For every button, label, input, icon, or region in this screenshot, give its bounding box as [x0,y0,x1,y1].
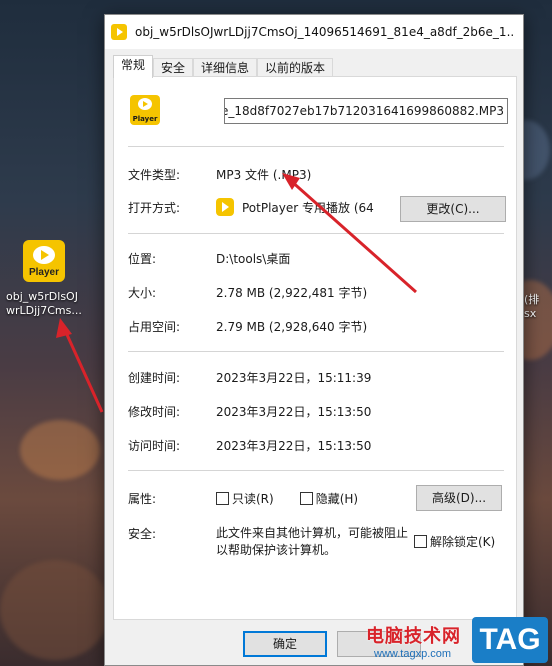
desktop-file-label: obj_w5rDlsOJ wrLDjj7Cms... [6,290,82,317]
divider [128,470,504,471]
disk-size-value: 2.79 MB (2,928,640 字节) [216,320,368,334]
play-icon [138,98,152,110]
modified-value: 2023年3月22日，15:13:50 [216,405,372,419]
tab-bar: 常规 安全 详细信息 以前的版本 [105,55,523,78]
watermark-tag-logo: TAG [472,617,548,663]
file-type-row: 文件类型: MP3 文件 (.MP3) [128,166,311,183]
divider [128,233,504,234]
modified-label: 修改时间: [128,405,181,419]
disk-size-row: 占用空间: 2.79 MB (2,928,640 字节) [128,318,367,335]
file-name-value: b6e_18d8f7027eb17b712031641699860882.MP3 [224,104,504,118]
checkbox-box[interactable] [216,492,229,505]
location-value: D:\tools\桌面 [216,252,291,266]
unblock-checkbox[interactable]: 解除锁定(K) [414,533,495,550]
potplayer-icon: Player [23,240,65,282]
general-panel: Player b6e_18d8f7027eb17b712031641699860… [113,76,517,620]
attributes-row: 属性: 只读(R) 隐藏(H) [128,490,358,507]
disk-size-label: 占用空间: [128,320,181,334]
tab-general[interactable]: 常规 [113,55,154,78]
open-with-value: PotPlayer 专用播放 (64 [242,200,374,215]
desktop-file-icon[interactable]: Player obj_w5rDlsOJ wrLDjj7Cms... [6,240,82,318]
divider [128,146,504,147]
size-row: 大小: 2.78 MB (2,922,481 字节) [128,284,367,301]
location-row: 位置: D:\tools\桌面 [128,250,290,267]
hidden-checkbox[interactable]: 隐藏(H) [299,490,359,507]
potplayer-icon [111,24,127,40]
modified-row: 修改时间: 2023年3月22日，15:13:50 [128,403,371,420]
potplayer-icon: Player [130,95,160,125]
tab-security[interactable]: 安全 [153,58,194,77]
security-text-line: 此文件来自其他计算机，可能被阻止 [216,526,409,540]
accessed-value: 2023年3月22日，15:13:50 [216,439,372,453]
desktop-partial-label: (排 sx [524,293,540,320]
location-label: 位置: [128,252,157,266]
potplayer-icon [216,198,234,216]
dialog-title: obj_w5rDlsOJwrLDjj7CmsOj_14096514691_81e… [135,25,515,39]
size-label: 大小: [128,286,157,300]
created-label: 创建时间: [128,371,181,385]
attributes-label: 属性: [128,492,157,506]
security-text-line: 以帮助保护该计算机。 [216,543,337,557]
readonly-label: 只读(R) [232,492,274,506]
icon-badge-text: Player [28,267,60,278]
tab-details[interactable]: 详细信息 [193,58,258,77]
accessed-label: 访问时间: [128,439,181,453]
size-value: 2.78 MB (2,922,481 字节) [216,286,368,300]
readonly-checkbox[interactable]: 只读(R) [216,490,274,507]
change-button[interactable]: 更改(C)... [400,196,506,222]
background-glow [0,560,110,660]
background-glow [20,420,100,480]
file-type-value: MP3 文件 (.MP3) [216,168,312,182]
ok-button[interactable]: 确定 [243,631,327,657]
unblock-label: 解除锁定(K) [430,535,496,549]
annotation-arrow-head [56,318,72,338]
properties-dialog: obj_w5rDlsOJwrLDjj7CmsOj_14096514691_81e… [104,14,524,666]
divider [128,351,504,352]
open-with-row: 打开方式: PotPlayer 专用播放 (64 [128,198,374,216]
security-label: 安全: [128,527,157,541]
icon-badge-text: Player [132,115,158,123]
file-name-input[interactable]: b6e_18d8f7027eb17b712031641699860882.MP3 [224,98,508,124]
created-row: 创建时间: 2023年3月22日，15:11:39 [128,369,371,386]
created-value: 2023年3月22日，15:11:39 [216,371,372,385]
tab-previous-versions[interactable]: 以前的版本 [257,58,334,77]
watermark-site-name: 电脑技术网 [366,626,461,647]
title-bar[interactable]: obj_w5rDlsOJwrLDjj7CmsOj_14096514691_81e… [105,15,523,49]
annotation-arrow-line [62,327,104,413]
open-with-label: 打开方式: [128,200,181,215]
security-row: 安全: 此文件来自其他计算机，可能被阻止 以帮助保护该计算机。 [128,525,408,559]
accessed-row: 访问时间: 2023年3月22日，15:13:50 [128,437,371,454]
checkbox-box[interactable] [414,535,427,548]
watermark-url: www.tagxp.com [374,648,452,660]
hidden-label: 隐藏(H) [315,492,359,506]
checkbox-box[interactable] [299,492,313,505]
security-message: 此文件来自其他计算机，可能被阻止 以帮助保护该计算机。 [216,525,408,559]
play-icon [33,246,55,264]
file-type-label: 文件类型: [128,168,181,182]
advanced-button[interactable]: 高级(D)... [416,485,502,511]
